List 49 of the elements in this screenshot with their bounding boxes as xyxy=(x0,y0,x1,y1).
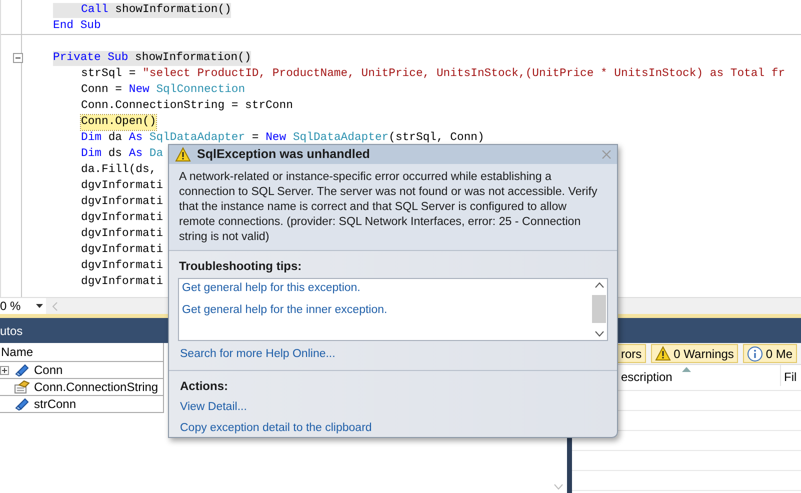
variable-name: Conn xyxy=(34,362,63,379)
code-line: dgvInformati xyxy=(80,274,164,290)
code-line: da.Fill(ds, xyxy=(80,162,156,178)
scroll-up-icon[interactable] xyxy=(594,282,604,288)
code-line: strSql = "select ProductID, ProductName, UnitPrice, UnitsInStock,(UnitPrice * UnitsInStock) as Total fr xyxy=(80,66,786,82)
warning-icon xyxy=(654,346,671,361)
section-heading: Troubleshooting tips: xyxy=(179,258,303,275)
code-line: dgvInformati xyxy=(80,178,164,194)
collapse-icon[interactable] xyxy=(13,53,23,63)
code-line: Dim da As SqlDataAdapter = New SqlDataAdapter(strSql, Conn) xyxy=(80,130,484,146)
column-header[interactable]: Name xyxy=(0,343,34,361)
code-line: dgvInformati xyxy=(80,194,164,210)
info-icon xyxy=(746,346,763,362)
variable-icon xyxy=(14,363,30,377)
variable-icon xyxy=(14,397,30,411)
autos-row[interactable]: strConn xyxy=(0,396,164,413)
expand-icon[interactable] xyxy=(0,366,9,374)
variable-name: Conn.ConnectionString xyxy=(34,379,158,396)
autos-row[interactable]: Conn.ConnectionString xyxy=(0,379,164,396)
dialog-title: SqlException was unhandled xyxy=(197,146,371,163)
pane-title: utos xyxy=(0,322,23,340)
autos-row[interactable]: Conn xyxy=(0,362,164,379)
error-message: A network-related or instance-specific error occurred while establishing a connection to SQL Server. The server was not found or was not accessible. Verify that the instance name is correct and that SQL Server is configured to allow remote connections. (provider: SQL Network Interfaces, error: 25 - Connection string is not valid) xyxy=(179,168,598,244)
code-line: dgvInformati xyxy=(80,258,164,274)
column-header[interactable]: escription xyxy=(621,368,672,386)
code-line: End Sub xyxy=(53,18,101,34)
scrollbar-thumb[interactable] xyxy=(592,295,606,324)
section-heading: Actions: xyxy=(180,378,228,395)
scroll-down-icon[interactable] xyxy=(594,330,604,337)
code-line: dgvInformati xyxy=(80,210,164,226)
help-online-link[interactable]: Search for more Help Online... xyxy=(180,346,336,363)
code-line: Conn = New SqlConnection xyxy=(80,82,246,98)
action-link[interactable]: Copy exception detail to the clipboard xyxy=(180,420,372,438)
filter-button[interactable]: 0 Warnings xyxy=(650,344,738,363)
filter-button[interactable]: rors xyxy=(617,344,646,363)
code-line: dgvInformati xyxy=(80,242,164,258)
code-line: Dim ds As Da xyxy=(80,146,164,162)
help-link[interactable]: Get general help for this exception. xyxy=(182,280,360,297)
variable-name: strConn xyxy=(34,396,76,413)
code-line: Conn.ConnectionString = strConn xyxy=(80,98,293,114)
code-line: dgvInformati xyxy=(80,226,164,242)
caret-icon xyxy=(36,304,43,308)
action-link[interactable]: View Detail... xyxy=(180,399,247,416)
property-icon xyxy=(14,380,30,394)
help-link[interactable]: Get general help for the inner exception. xyxy=(182,302,388,320)
zoom-combo[interactable]: 0 % xyxy=(0,298,46,314)
filter-button[interactable]: 0 Me xyxy=(742,344,797,363)
warning-icon xyxy=(175,146,191,162)
column-header[interactable]: Fil xyxy=(784,368,797,386)
